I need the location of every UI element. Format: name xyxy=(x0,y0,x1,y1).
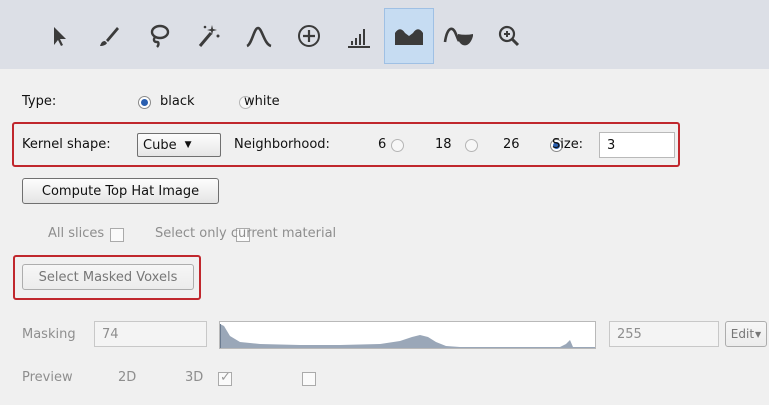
kernel-shape-select[interactable]: Cube ▼ xyxy=(137,133,221,157)
zoom-tool-button[interactable] xyxy=(484,8,534,64)
all-slices-checkbox[interactable] xyxy=(109,227,124,242)
type-black-radio[interactable] xyxy=(138,96,151,109)
neighborhood-label: Neighborhood: xyxy=(234,137,330,152)
lasso-tool-button[interactable] xyxy=(134,8,184,64)
type-label: Type: xyxy=(22,94,57,109)
brush-tool-button[interactable] xyxy=(84,8,134,64)
size-label: Size: xyxy=(552,137,584,152)
magic-wand-tool-button[interactable] xyxy=(184,8,234,64)
top-hat-icon xyxy=(392,24,426,48)
masking-min-input[interactable]: 74 xyxy=(94,321,207,347)
threshold-curve-tool-button[interactable] xyxy=(234,8,284,64)
preview-2d-checkbox[interactable] xyxy=(217,370,232,386)
type-white-label: white xyxy=(244,94,280,109)
lasso-icon xyxy=(147,23,171,49)
zoom-in-icon xyxy=(497,24,521,48)
masking-label: Masking xyxy=(22,327,76,342)
preview-3d-checkbox[interactable] xyxy=(302,371,317,386)
chevron-down-icon: ▼ xyxy=(755,329,762,339)
crosshair-tool-button[interactable] xyxy=(284,8,334,64)
chevron-down-icon: ▼ xyxy=(184,140,192,150)
watershed-tool-button[interactable] xyxy=(434,8,484,64)
magic-wand-icon xyxy=(196,23,222,49)
histogram-chart xyxy=(220,324,595,348)
preview-label: Preview xyxy=(22,370,73,385)
kernel-shape-label: Kernel shape: xyxy=(22,137,111,152)
top-hat-panel: Type: black white Kernel shape: Cube ▼ N… xyxy=(0,0,769,405)
preview-3d-label: 3D xyxy=(185,370,204,385)
size-value: 3 xyxy=(607,137,616,153)
histogram-threshold-icon xyxy=(346,24,372,48)
masking-edit-button[interactable]: Edit ▼ xyxy=(725,321,767,347)
segmentation-toolbar xyxy=(0,0,769,69)
neighborhood-26-label: 26 xyxy=(503,137,520,152)
crosshair-plus-icon xyxy=(296,23,322,49)
masking-max-value: 255 xyxy=(617,326,642,342)
neighborhood-18-label: 18 xyxy=(435,137,452,152)
type-black-label: black xyxy=(160,94,195,109)
masking-max-input[interactable]: 255 xyxy=(609,321,719,347)
masking-histogram[interactable] xyxy=(219,321,596,349)
size-input[interactable]: 3 xyxy=(599,132,675,158)
compute-top-hat-button[interactable]: Compute Top Hat Image xyxy=(22,178,219,204)
all-slices-label: All slices xyxy=(48,226,105,241)
brush-icon xyxy=(97,24,121,48)
watershed-icon xyxy=(442,22,476,50)
pointer-tool-button[interactable] xyxy=(34,8,84,64)
masking-min-value: 74 xyxy=(102,326,119,342)
select-masked-voxels-button[interactable]: Select Masked Voxels xyxy=(22,264,194,290)
pointer-arrow-icon xyxy=(48,24,70,48)
kernel-shape-value: Cube xyxy=(143,137,177,153)
threshold-curve-icon xyxy=(244,24,274,48)
select-current-material-label: Select only current material xyxy=(155,226,337,241)
histogram-tool-button[interactable] xyxy=(334,8,384,64)
preview-2d-label: 2D xyxy=(118,370,137,385)
edit-label: Edit xyxy=(730,327,755,341)
neighborhood-6-label: 6 xyxy=(378,137,387,152)
top-hat-tool-button[interactable] xyxy=(384,8,434,64)
